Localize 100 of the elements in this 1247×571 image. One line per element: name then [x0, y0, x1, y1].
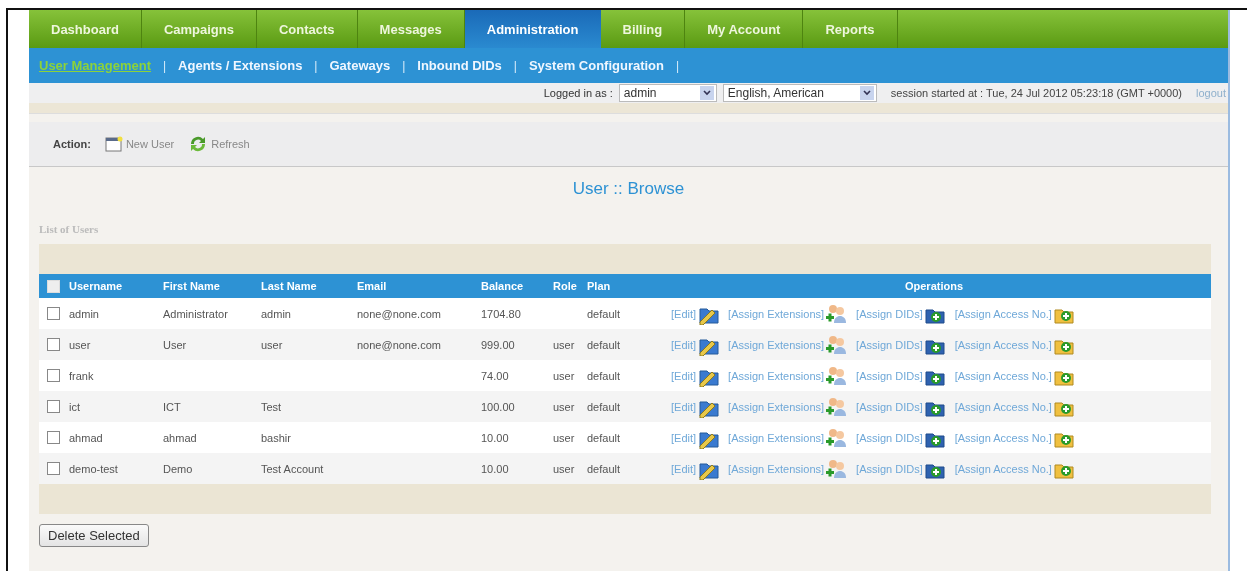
- table-cell: Administrator: [163, 307, 228, 320]
- logout-link[interactable]: logout: [1196, 87, 1226, 99]
- dropdown[interactable]: English, American: [722, 84, 877, 102]
- column-header: Plan: [587, 280, 611, 292]
- operation-link[interactable]: [Assign Access No.]: [954, 462, 1052, 475]
- page-title: User :: Browse: [571, 178, 686, 200]
- table-cell: Demo: [163, 462, 193, 475]
- operation-link[interactable]: [Edit]: [671, 338, 697, 351]
- table-cell: 10.00: [481, 431, 509, 444]
- row-checkbox[interactable]: [47, 307, 60, 320]
- operation-link[interactable]: [Assign Access No.]: [954, 307, 1052, 320]
- table-cell: 10.00: [481, 462, 509, 475]
- operation-link[interactable]: [Assign Extensions]: [728, 431, 825, 444]
- column-header: Balance: [481, 280, 524, 292]
- users-add-icon: [824, 457, 849, 480]
- separator: |: [314, 58, 319, 73]
- users-add-icon: [824, 302, 849, 325]
- subnav-link[interactable]: Gateways: [329, 58, 403, 73]
- separator: |: [513, 58, 518, 73]
- row-checkbox[interactable]: [47, 462, 60, 475]
- operation-link[interactable]: [Assign DIDs]: [856, 462, 923, 475]
- operation-link[interactable]: [Assign Access No.]: [954, 369, 1052, 382]
- users-add-icon: [824, 364, 849, 387]
- separator: |: [163, 58, 168, 73]
- table-cell: user: [69, 338, 91, 351]
- operation-link[interactable]: [Edit]: [671, 369, 697, 382]
- table-cell: User: [163, 338, 187, 351]
- separator: |: [676, 58, 681, 73]
- caret-icon: [699, 86, 714, 100]
- table-cell: user: [553, 431, 575, 444]
- column-header: Username: [69, 280, 123, 292]
- table-cell: bashir: [261, 431, 291, 444]
- window-icon: [104, 136, 123, 152]
- operation-link[interactable]: [Edit]: [671, 462, 697, 475]
- users-add-icon: [824, 333, 849, 356]
- subnav-link[interactable]: Agents / Extensions: [178, 58, 315, 73]
- table-cell: user: [553, 369, 575, 382]
- column-header: Last Name: [261, 280, 317, 292]
- table-cell: default: [587, 431, 621, 444]
- table-cell: default: [587, 338, 621, 351]
- delete-selected-button[interactable]: Delete Selected: [39, 524, 149, 547]
- column-header: First Name: [163, 280, 220, 292]
- table-cell: ict: [69, 400, 80, 413]
- select-all-checkbox[interactable]: [47, 279, 60, 293]
- table-cell: 74.00: [481, 369, 509, 382]
- row-checkbox[interactable]: [47, 338, 60, 351]
- table-cell: default: [587, 369, 621, 382]
- users-add-icon: [824, 426, 849, 449]
- nav-tab[interactable]: Administration: [464, 10, 601, 48]
- operation-link[interactable]: [Assign Extensions]: [728, 400, 825, 413]
- dropdown[interactable]: admin: [618, 84, 717, 102]
- column-header: Role: [553, 280, 577, 292]
- list-title: List of Users: [39, 222, 100, 237]
- table-cell: default: [587, 307, 621, 320]
- operation-link[interactable]: [Assign Extensions]: [728, 307, 825, 320]
- subnav-link[interactable]: Inbound DIDs: [417, 58, 514, 73]
- logged-in-label: Logged in as :: [543, 87, 613, 99]
- table-cell: default: [587, 462, 621, 475]
- table-cell: admin: [69, 307, 99, 320]
- table-cell: ahmad: [163, 431, 197, 444]
- operation-link[interactable]: [Edit]: [671, 400, 697, 413]
- operation-link[interactable]: [Edit]: [671, 431, 697, 444]
- column-header: Operations: [904, 280, 964, 292]
- caret-icon: [859, 86, 874, 100]
- subnav-link[interactable]: System Configuration: [528, 58, 676, 73]
- table-cell: user: [553, 462, 575, 475]
- operation-link[interactable]: [Assign DIDs]: [856, 431, 923, 444]
- table-cell: 100.00: [481, 400, 515, 413]
- action-link[interactable]: New User: [125, 138, 175, 150]
- row-checkbox[interactable]: [47, 400, 60, 413]
- table-cell: frank: [69, 369, 94, 382]
- operation-link[interactable]: [Assign Extensions]: [728, 462, 825, 475]
- table-cell: admin: [261, 307, 291, 320]
- row-checkbox[interactable]: [47, 431, 60, 444]
- operation-link[interactable]: [Assign DIDs]: [856, 369, 923, 382]
- table-cell: 1704.80: [481, 307, 521, 320]
- table-cell: user: [553, 338, 575, 351]
- operation-link[interactable]: [Assign Access No.]: [954, 431, 1052, 444]
- table-cell: ahmad: [69, 431, 103, 444]
- table-cell: user: [261, 338, 283, 351]
- operation-link[interactable]: [Assign DIDs]: [856, 307, 923, 320]
- table-cell: Test Account: [261, 462, 324, 475]
- table-cell: none@none.com: [357, 338, 441, 351]
- table-cell: ICT: [163, 400, 181, 413]
- operation-link[interactable]: [Assign Access No.]: [954, 400, 1052, 413]
- operation-link[interactable]: [Assign Extensions]: [728, 338, 825, 351]
- subnav-link[interactable]: User Management: [39, 58, 163, 73]
- operation-link[interactable]: [Assign Access No.]: [954, 338, 1052, 351]
- row-checkbox[interactable]: [47, 369, 60, 382]
- action-link[interactable]: Refresh: [211, 138, 250, 150]
- table-cell: none@none.com: [357, 307, 441, 320]
- table-cell: 999.00: [481, 338, 515, 351]
- separator: |: [402, 58, 407, 73]
- action-label: Action:: [53, 138, 91, 150]
- operation-link[interactable]: [Assign DIDs]: [856, 338, 923, 351]
- operation-link[interactable]: [Assign Extensions]: [728, 369, 825, 382]
- operation-link[interactable]: [Edit]: [671, 307, 697, 320]
- column-header: Email: [357, 280, 387, 292]
- users-add-icon: [824, 395, 849, 418]
- operation-link[interactable]: [Assign DIDs]: [856, 400, 923, 413]
